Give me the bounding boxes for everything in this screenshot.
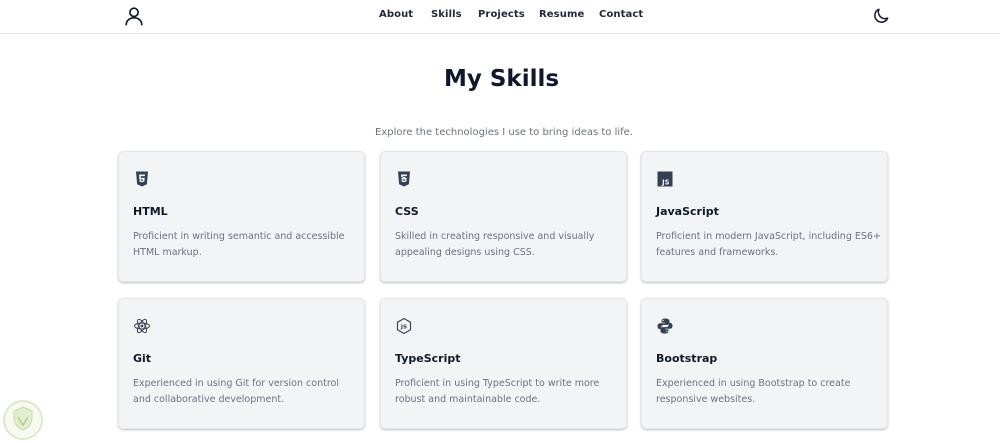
svg-text:JS: JS: [400, 325, 407, 331]
nav-links: About Skills Projects Resume Contact: [0, 0, 1000, 33]
nav-link-about[interactable]: About: [379, 9, 413, 20]
nav-link-skills[interactable]: Skills: [431, 9, 462, 20]
react-atom-icon: [134, 318, 150, 334]
skill-description: Experienced in using Bootstrap to create…: [656, 378, 851, 405]
skill-description: Skilled in creating responsive and visua…: [395, 231, 595, 258]
skill-card-css: CSS Skilled in creating responsive and v…: [380, 151, 627, 282]
shield-watermark-icon: [3, 400, 43, 440]
skill-card-bootstrap: Bootstrap Experienced in using Bootstrap…: [641, 298, 888, 429]
skill-title: Git: [133, 352, 152, 365]
nav-link-projects[interactable]: Projects: [478, 9, 525, 20]
css3-icon: [398, 171, 410, 187]
top-nav: About Skills Projects Resume Contact: [0, 0, 1000, 34]
svg-text:JS: JS: [661, 178, 670, 186]
skill-title: JavaScript: [656, 205, 719, 218]
nav-link-contact[interactable]: Contact: [599, 9, 643, 20]
skill-description: Experienced in using Git for version con…: [133, 378, 339, 405]
skill-card-git: Git Experienced in using Git for version…: [118, 298, 365, 429]
skill-card-javascript: JS JavaScript Proficient in modern JavaS…: [641, 151, 888, 282]
skill-card-typescript: JS TypeScript Proficient in using TypeSc…: [380, 298, 627, 429]
skill-title: HTML: [133, 205, 168, 218]
python-icon: [657, 318, 673, 334]
javascript-icon: JS: [657, 171, 673, 187]
html5-icon: [136, 171, 148, 187]
skill-description: Proficient in modern JavaScript, includi…: [656, 231, 881, 258]
skill-title: CSS: [395, 205, 419, 218]
nodejs-hexagon-icon: JS: [396, 317, 412, 335]
skill-card-html: HTML Proficient in writing semantic and …: [118, 151, 365, 282]
skill-title: TypeScript: [395, 352, 461, 365]
skill-title: Bootstrap: [656, 352, 718, 365]
skill-description: Proficient in using TypeScript to write …: [395, 378, 600, 405]
nav-link-resume[interactable]: Resume: [539, 9, 584, 20]
skill-description: Proficient in writing semantic and acces…: [133, 231, 345, 258]
moon-icon[interactable]: [871, 6, 891, 26]
page-subtitle: Explore the technologies I use to bring …: [375, 127, 633, 138]
page-title: My Skills: [443, 66, 560, 92]
